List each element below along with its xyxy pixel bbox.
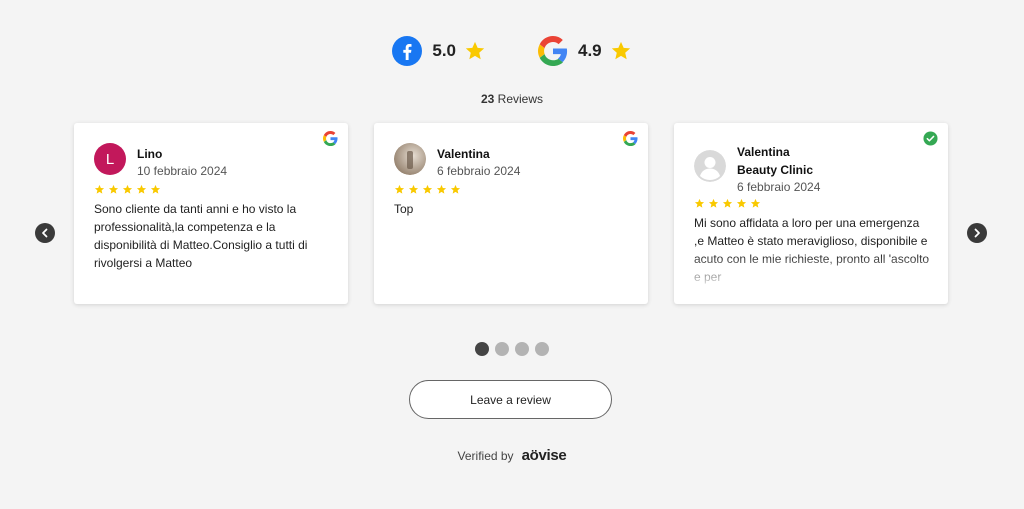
reviewer-name-line2: Beauty Clinic <box>737 163 814 177</box>
review-date: 10 febbraio 2024 <box>137 164 228 178</box>
leave-review-button[interactable]: Leave a review <box>409 380 612 419</box>
star-icon <box>722 198 733 208</box>
star-icon <box>136 184 147 194</box>
verified-by-label: Verified by <box>457 448 514 463</box>
review-card[interactable]: Valentina 6 febbraio 2024 Top <box>374 123 648 304</box>
review-card[interactable]: Valentina Beauty Clinic 6 febbraio 2024 … <box>674 123 948 304</box>
star-icon <box>94 184 105 194</box>
star-icon <box>708 198 719 208</box>
reviewer-name: Valentina <box>437 147 490 161</box>
star-icon <box>408 184 419 194</box>
brand-logo-text: aövise <box>521 447 567 464</box>
pagination-dot[interactable] <box>475 342 489 356</box>
next-arrow-button[interactable] <box>967 223 987 243</box>
review-text: Top <box>394 202 414 216</box>
star-icon <box>422 184 433 194</box>
star-icon <box>750 198 761 208</box>
review-text: Sono cliente da tanti anni e ho visto la… <box>94 202 308 270</box>
star-icon <box>611 41 630 60</box>
google-icon <box>538 36 568 66</box>
google-rating: 4.9 <box>538 36 632 66</box>
facebook-icon <box>392 36 423 66</box>
platform-ratings: 5.0 4.9 <box>0 36 1024 66</box>
star-icon <box>450 184 461 194</box>
facebook-score: 5.0 <box>432 41 456 60</box>
verified-by: Verified by aövise <box>0 447 1024 464</box>
star-rating <box>94 184 161 195</box>
brand-logo: aövise <box>522 447 567 464</box>
chevron-right-icon <box>974 228 980 238</box>
reviewer-name: Valentina <box>737 145 790 159</box>
review-text: Mi sono affidata a loro per una emergenz… <box>694 216 930 284</box>
avatar <box>694 150 726 182</box>
avatar: L <box>94 143 126 175</box>
user-placeholder-icon <box>694 150 726 182</box>
pagination-dot[interactable] <box>495 342 509 356</box>
reviewer-name: Lino <box>137 147 163 161</box>
pagination-dot[interactable] <box>535 342 549 356</box>
star-icon <box>108 184 119 194</box>
verified-check-icon <box>923 131 938 146</box>
avatar-letter: L <box>105 150 115 168</box>
google-icon <box>623 131 638 146</box>
star-icon <box>736 198 747 208</box>
facebook-rating: 5.0 <box>392 36 486 66</box>
review-date: 6 febbraio 2024 <box>437 164 521 178</box>
review-card[interactable]: L Lino 10 febbraio 2024 Sono cliente da … <box>74 123 348 304</box>
reviews-count-label: Reviews <box>497 92 544 106</box>
google-score: 4.9 <box>578 41 602 60</box>
star-rating <box>394 184 461 195</box>
prev-arrow-button[interactable] <box>35 223 55 243</box>
pagination-dot[interactable] <box>515 342 529 356</box>
reviews-count: 23 Reviews <box>0 92 1024 106</box>
pagination <box>0 342 1024 356</box>
google-icon <box>323 131 338 146</box>
star-icon <box>694 198 705 208</box>
review-date: 6 febbraio 2024 <box>737 180 821 194</box>
star-icon <box>150 184 161 194</box>
star-icon <box>436 184 447 194</box>
star-rating <box>694 198 761 209</box>
avatar-photo <box>394 143 426 175</box>
star-icon <box>122 184 133 194</box>
reviews-count-number: 23 <box>480 92 495 106</box>
star-icon <box>465 41 485 60</box>
star-icon <box>394 184 405 194</box>
chevron-left-icon <box>42 228 48 238</box>
avatar <box>394 143 426 175</box>
